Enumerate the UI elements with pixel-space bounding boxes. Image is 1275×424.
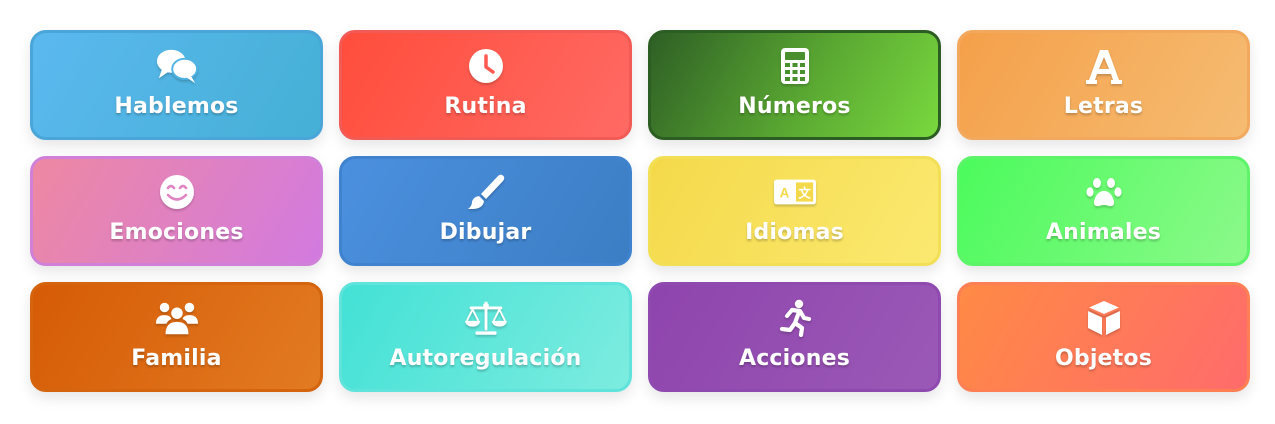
svg-text:文: 文 — [798, 185, 811, 200]
family-icon — [155, 298, 199, 338]
category-label: Emociones — [109, 219, 244, 245]
category-label: Objetos — [1054, 345, 1153, 371]
category-label: Letras — [1063, 93, 1144, 119]
category-label: Animales — [1045, 219, 1162, 245]
category-label: Familia — [131, 345, 222, 371]
smiley-icon — [155, 172, 199, 212]
language-icon: A 文 — [773, 172, 817, 212]
category-label: Hablemos — [114, 93, 239, 119]
category-card-animales[interactable]: Animales — [957, 156, 1250, 266]
category-label: Dibujar — [439, 219, 532, 245]
category-card-dibujar[interactable]: Dibujar — [339, 156, 632, 266]
category-card-objetos[interactable]: Objetos — [957, 282, 1250, 392]
paintbrush-icon — [464, 172, 508, 212]
category-card-acciones[interactable]: Acciones — [648, 282, 941, 392]
paw-icon — [1082, 172, 1126, 212]
category-card-idiomas[interactable]: A 文 Idiomas — [648, 156, 941, 266]
clock-icon — [464, 46, 508, 86]
category-card-numeros[interactable]: Números — [648, 30, 941, 140]
svg-text:A: A — [779, 185, 789, 200]
category-label: Números — [738, 93, 851, 119]
category-card-familia[interactable]: Familia — [30, 282, 323, 392]
cube-icon — [1082, 298, 1126, 338]
category-card-autoregulacion[interactable]: Autoregulación — [339, 282, 632, 392]
category-label: Autoregulación — [389, 345, 582, 371]
category-card-hablemos[interactable]: Hablemos — [30, 30, 323, 140]
running-person-icon — [773, 298, 817, 338]
category-card-emociones[interactable]: Emociones — [30, 156, 323, 266]
calculator-icon — [773, 46, 817, 86]
category-label: Acciones — [738, 345, 851, 371]
category-card-letras[interactable]: Letras — [957, 30, 1250, 140]
letter-a-icon — [1082, 46, 1126, 86]
category-label: Rutina — [444, 93, 527, 119]
category-card-rutina[interactable]: Rutina — [339, 30, 632, 140]
balance-scale-icon — [464, 298, 508, 338]
category-label: Idiomas — [745, 219, 844, 245]
category-grid: Hablemos Rutina Números Letras Emociones… — [30, 30, 1250, 392]
chat-bubbles-icon — [155, 46, 199, 86]
